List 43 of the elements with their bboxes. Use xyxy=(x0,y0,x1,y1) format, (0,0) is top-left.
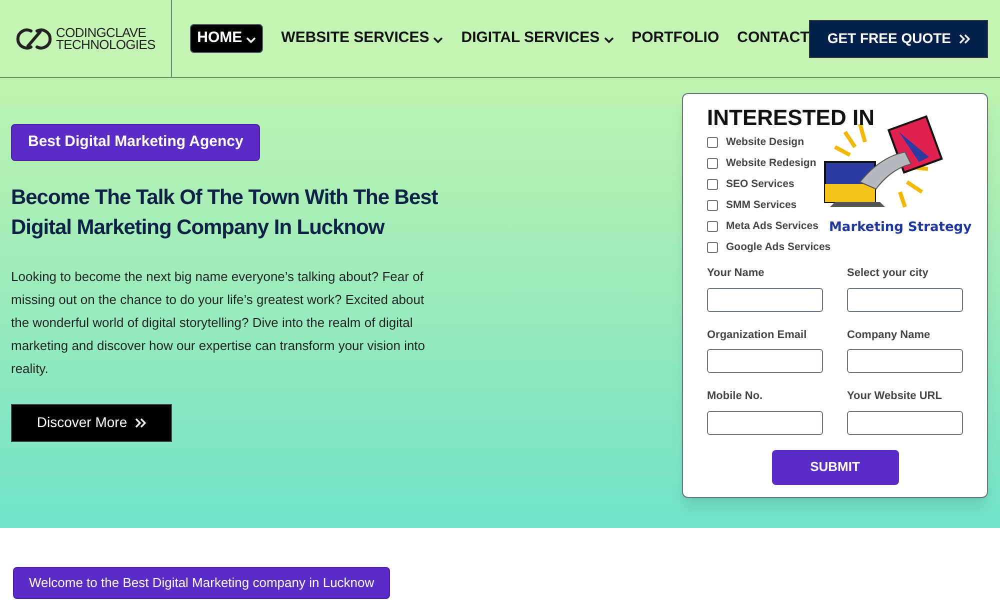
checkbox[interactable] xyxy=(707,137,718,148)
checkbox[interactable] xyxy=(707,158,718,169)
double-chevron-right-icon xyxy=(135,418,146,428)
input-field[interactable] xyxy=(707,288,823,312)
checkbox[interactable] xyxy=(707,179,718,190)
checkbox[interactable] xyxy=(707,221,718,232)
nav-link[interactable]: DIGITAL SERVICES xyxy=(461,27,614,50)
logo-subtext: TECHNOLOGIES xyxy=(56,38,156,50)
option-label: SEO Services xyxy=(726,177,794,192)
option-label: Meta Ads Services xyxy=(726,219,818,234)
get-quote-button[interactable]: GET FREE QUOTE xyxy=(809,20,988,58)
checkbox[interactable] xyxy=(707,242,718,253)
field-label: Select your city xyxy=(847,266,930,281)
input-field[interactable] xyxy=(847,349,963,373)
nav-link[interactable]: CONTACT xyxy=(737,27,810,50)
logo-text: CODINGCLAVE xyxy=(56,26,148,38)
input-field[interactable] xyxy=(707,410,823,434)
field-label: Mobile No. xyxy=(707,389,764,404)
nav-link[interactable]: PORTFOLIO xyxy=(632,27,720,50)
illustration-caption: Marketing Strategy xyxy=(829,219,972,237)
nav-link[interactable]: HOME xyxy=(190,24,264,53)
discover-more-button[interactable]: Discover More xyxy=(11,404,172,442)
hero-heading: Become The Talk Of The Town With The Best Digital Marketing Company In Lucknow xyxy=(11,184,439,240)
field-label: Organization Email xyxy=(707,328,808,342)
double-chevron-right-icon xyxy=(959,34,970,44)
form-title: INTERESTED IN xyxy=(707,106,876,130)
submit-button[interactable]: SUBMIT xyxy=(772,450,898,484)
welcome-button[interactable]: Welcome to the Best Digital Marketing company in Lucknow xyxy=(13,567,390,599)
input-field[interactable] xyxy=(847,288,963,312)
checkbox[interactable] xyxy=(707,200,718,211)
field-label: Your Name xyxy=(707,266,766,281)
input-field[interactable] xyxy=(707,349,823,373)
option-label: Website Redesign xyxy=(726,156,816,171)
option-label: Google Ads Services xyxy=(726,240,831,255)
option-label: Website Design xyxy=(726,135,804,150)
input-field[interactable] xyxy=(847,410,963,434)
field-label: Your Website URL xyxy=(847,389,943,404)
hero-paragraph: Looking to become the next big name everyone’s talking about? Fear of missing out on the chance to do your life’s greatest work? Excited about the wonderful world of digital storytelling? Dive into the realm of digital marketing and discover how our expertise can transform your vision into reality. xyxy=(11,268,426,378)
field-label: Company Name xyxy=(847,328,932,342)
option-label: SMM Services xyxy=(726,198,797,213)
logo-icon xyxy=(16,26,52,52)
agency-badge: Best Digital Marketing Agency xyxy=(11,124,260,160)
nav-link[interactable]: WEBSITE SERVICES xyxy=(281,27,444,50)
